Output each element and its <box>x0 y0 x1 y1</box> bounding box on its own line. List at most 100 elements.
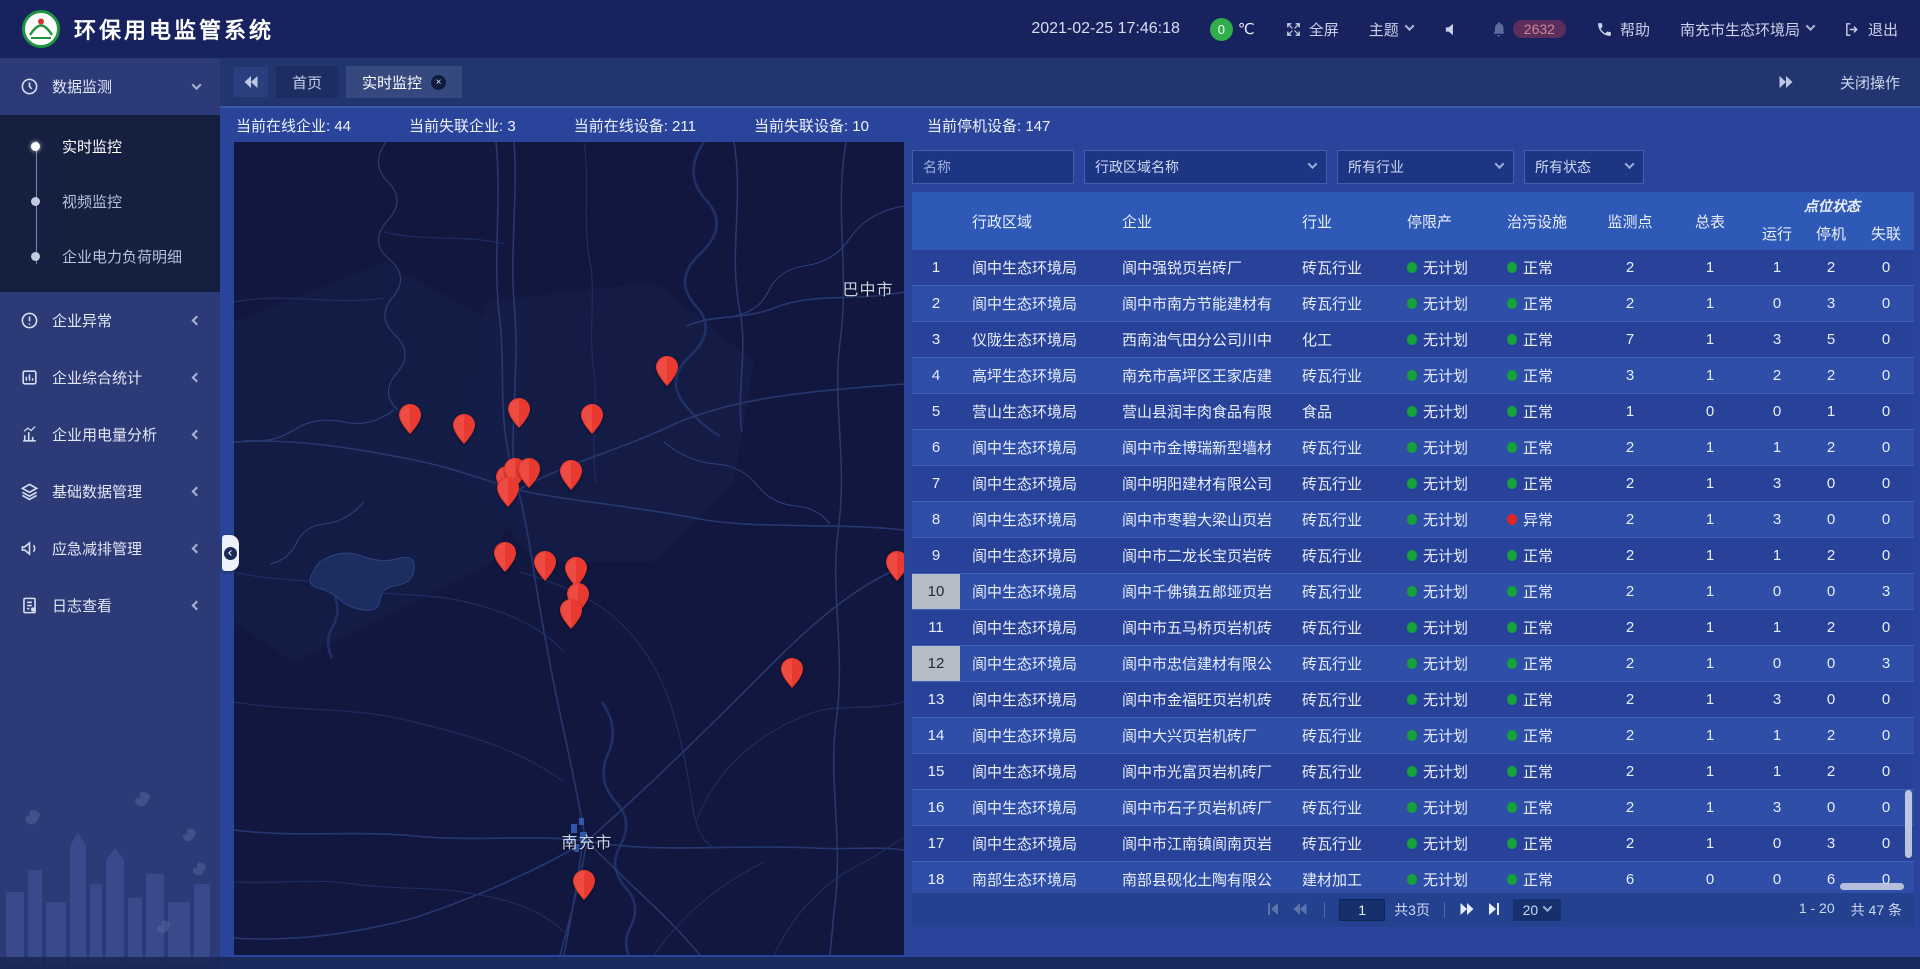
map-panel[interactable]: 巴中市南充市遂宁市 <box>234 142 904 955</box>
sidebar-section-logs[interactable]: 日志查看 <box>0 577 220 634</box>
cell-meter: 0 <box>1670 394 1750 429</box>
map-pin[interactable] <box>494 542 516 572</box>
cell-facility-text: 正常 <box>1523 293 1553 314</box>
tab-close-icon[interactable]: × <box>431 75 446 90</box>
map-pin[interactable] <box>399 404 421 434</box>
cell-limit-text: 无计划 <box>1423 761 1468 782</box>
cell-limit: 无计划 <box>1395 538 1495 573</box>
table-row[interactable]: 16 阆中生态环境局 阆中市石子页岩机砖厂 砖瓦行业 无计划 正常 2 1 3 … <box>912 790 1914 826</box>
table-row[interactable]: 4 高坪生态环境局 南充市高坪区王家店建 砖瓦行业 无计划 正常 3 1 2 2… <box>912 358 1914 394</box>
first-page-button[interactable] <box>1265 901 1283 919</box>
sidebar-section-enterprise-stats[interactable]: 企业综合统计 <box>0 349 220 406</box>
map-pin[interactable] <box>781 658 803 688</box>
status-dot <box>1507 370 1517 381</box>
table-row[interactable]: 1 阆中生态环境局 阆中强锐页岩砖厂 砖瓦行业 无计划 正常 2 1 1 2 0 <box>912 250 1914 286</box>
divider <box>1324 902 1325 918</box>
table-row[interactable]: 12 阆中生态环境局 阆中市忠信建材有限公 砖瓦行业 无计划 正常 2 1 0 … <box>912 646 1914 682</box>
notifications-button[interactable]: 2632 <box>1490 20 1566 38</box>
map-pin[interactable] <box>886 551 904 581</box>
table-row[interactable]: 6 阆中生态环境局 阆中市金博瑞新型墙材 砖瓦行业 无计划 正常 2 1 1 2… <box>912 430 1914 466</box>
sidebar-subitem[interactable]: 实时监控 <box>0 119 220 174</box>
map-collapse-handle[interactable] <box>222 535 239 571</box>
table-row[interactable]: 11 阆中生态环境局 阆中市五马桥页岩机砖 砖瓦行业 无计划 正常 2 1 1 … <box>912 610 1914 646</box>
map-pin[interactable] <box>560 599 582 629</box>
cell-meter: 1 <box>1670 538 1750 573</box>
col-offline: 失联 <box>1858 216 1914 250</box>
table-row[interactable]: 17 阆中生态环境局 阆中市江南镇阆南页岩 砖瓦行业 无计划 正常 2 1 0 … <box>912 826 1914 862</box>
org-menu[interactable]: 南充市生态环境局 <box>1680 19 1814 40</box>
cell-company: 阆中市金福旺页岩机砖 <box>1110 682 1290 717</box>
cell-points: 2 <box>1590 754 1670 789</box>
page-size-select[interactable]: 20 <box>1513 899 1561 921</box>
table-row[interactable]: 10 阆中生态环境局 阆中千佛镇五郎垭页岩 砖瓦行业 无计划 正常 2 1 0 … <box>912 574 1914 610</box>
horizontal-scrollbar-thumb[interactable] <box>1840 883 1904 890</box>
cell-region: 营山生态环境局 <box>960 394 1110 429</box>
cell-region: 阆中生态环境局 <box>960 826 1110 861</box>
map-pin[interactable] <box>508 398 530 428</box>
tab[interactable]: 实时监控 × <box>346 66 462 98</box>
map-pin[interactable] <box>518 458 540 488</box>
tab[interactable]: 首页 <box>276 66 338 98</box>
cell-company: 阆中市五马桥页岩机砖 <box>1110 610 1290 645</box>
cell-facility-text: 正常 <box>1523 545 1553 566</box>
cell-limit: 无计划 <box>1395 862 1495 893</box>
table-row[interactable]: 8 阆中生态环境局 阆中市枣碧大梁山页岩 砖瓦行业 无计划 异常 2 1 3 0… <box>912 502 1914 538</box>
sidebar-section-enterprise-abnormal[interactable]: 企业异常 <box>0 292 220 349</box>
cell-industry: 砖瓦行业 <box>1290 682 1395 717</box>
cell-limit-text: 无计划 <box>1423 653 1468 674</box>
prev-page-button[interactable] <box>1292 901 1310 919</box>
tabs-scroll-left-button[interactable] <box>234 67 268 97</box>
sidebar-subitem-label: 实时监控 <box>62 136 122 157</box>
map-pin[interactable] <box>534 551 556 581</box>
cell-facility: 正常 <box>1495 790 1590 825</box>
sidebar-section-power-analysis[interactable]: 企业用电量分析 <box>0 406 220 463</box>
map-pin[interactable] <box>581 404 603 434</box>
map-pin[interactable] <box>497 477 519 507</box>
stat-item: 当前失联企业: 3 <box>409 115 516 136</box>
table-row[interactable]: 5 营山生态环境局 营山县润丰肉食品有限 食品 无计划 正常 1 0 0 1 0 <box>912 394 1914 430</box>
table-row[interactable]: 15 阆中生态环境局 阆中市光富页岩机砖厂 砖瓦行业 无计划 正常 2 1 1 … <box>912 754 1914 790</box>
cell-meter: 1 <box>1670 250 1750 285</box>
cell-index: 10 <box>912 574 960 609</box>
table-body: 1 阆中生态环境局 阆中强锐页岩砖厂 砖瓦行业 无计划 正常 2 1 1 2 0… <box>912 250 1914 893</box>
table-row[interactable]: 7 阆中生态环境局 阆中明阳建材有限公司 砖瓦行业 无计划 正常 2 1 3 0… <box>912 466 1914 502</box>
help-button[interactable]: 帮助 <box>1596 19 1650 40</box>
fullscreen-button[interactable]: 全屏 <box>1285 19 1339 40</box>
chevron-icon <box>192 601 202 611</box>
vertical-scrollbar-thumb[interactable] <box>1905 790 1912 858</box>
next-page-button[interactable] <box>1459 901 1477 919</box>
cell-facility-text: 正常 <box>1523 257 1553 278</box>
tabs-scroll-right-button[interactable] <box>1778 67 1794 97</box>
cell-limit: 无计划 <box>1395 394 1495 429</box>
mute-button[interactable] <box>1443 21 1460 38</box>
cell-stopped: 0 <box>1804 790 1858 825</box>
table-row[interactable]: 9 阆中生态环境局 阆中市二龙长宝页岩砖 砖瓦行业 无计划 正常 2 1 1 2… <box>912 538 1914 574</box>
table-row[interactable]: 13 阆中生态环境局 阆中市金福旺页岩机砖 砖瓦行业 无计划 正常 2 1 3 … <box>912 682 1914 718</box>
name-filter-input[interactable] <box>912 150 1074 184</box>
region-filter-select[interactable]: 行政区域名称 <box>1084 150 1327 184</box>
table-row[interactable]: 14 阆中生态环境局 阆中大兴页岩机砖厂 砖瓦行业 无计划 正常 2 1 1 2… <box>912 718 1914 754</box>
last-page-button[interactable] <box>1486 901 1504 919</box>
industry-filter-select[interactable]: 所有行业 <box>1337 150 1514 184</box>
sidebar-subitem[interactable]: 企业电力负荷明细 <box>0 229 220 284</box>
status-dot <box>1407 694 1417 705</box>
status-filter-select[interactable]: 所有状态 <box>1524 150 1644 184</box>
page-number-input[interactable] <box>1339 899 1385 921</box>
sidebar-section-base-data[interactable]: 基础数据管理 <box>0 463 220 520</box>
logout-button[interactable]: 退出 <box>1844 19 1898 40</box>
close-actions-menu[interactable]: 关闭操作 <box>1840 72 1900 93</box>
map-pin[interactable] <box>573 870 595 900</box>
sidebar-section-emergency[interactable]: 应急减排管理 <box>0 520 220 577</box>
sidebar-section-data-monitor[interactable]: 数据监测 <box>0 58 220 115</box>
cell-facility-text: 正常 <box>1523 653 1553 674</box>
sidebar-subitem[interactable]: 视频监控 <box>0 174 220 229</box>
map-pin[interactable] <box>560 460 582 490</box>
theme-menu[interactable]: 主题 <box>1369 19 1413 40</box>
table-row[interactable]: 3 仪陇生态环境局 西南油气田分公司川中 化工 无计划 正常 7 1 3 5 0 <box>912 322 1914 358</box>
map-pin[interactable] <box>656 356 678 386</box>
sidebar-section-icon <box>20 311 39 330</box>
map-pin[interactable] <box>453 414 475 444</box>
table-row[interactable]: 18 南部生态环境局 南部县砚化土陶有限公 建材加工 无计划 正常 6 0 0 … <box>912 862 1914 893</box>
table-row[interactable]: 2 阆中生态环境局 阆中市南方节能建材有 砖瓦行业 无计划 正常 2 1 0 3… <box>912 286 1914 322</box>
cell-industry: 建材加工 <box>1290 862 1395 893</box>
